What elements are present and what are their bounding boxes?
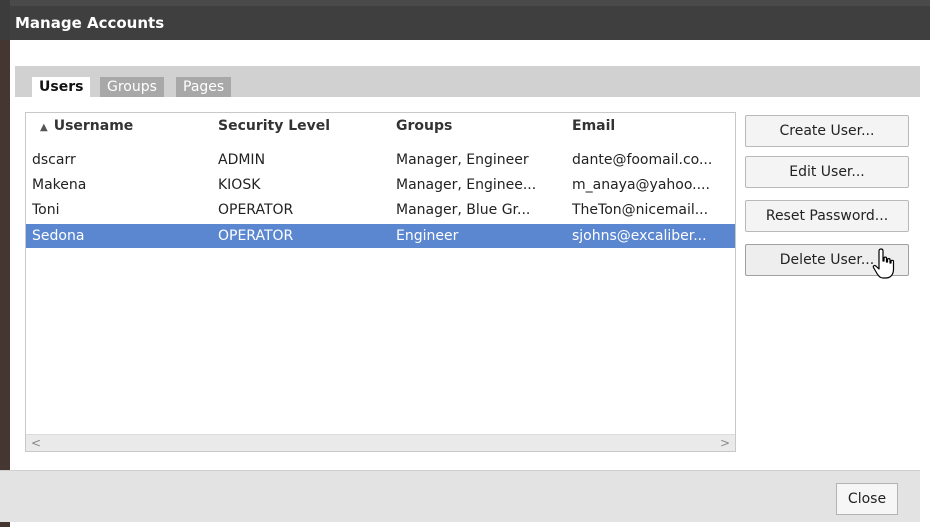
table-header: ▲ Username Security Level Groups Email [26,113,735,140]
tab-groups[interactable]: Groups [100,77,164,97]
dialog-title: Manage Accounts [10,6,930,40]
sort-up-icon: ▲ [40,122,48,133]
table-row[interactable]: Toni OPERATOR Manager, Blue Gr... TheTon… [26,198,735,222]
tab-users[interactable]: Users [32,77,91,97]
dialog-footer [0,470,920,522]
reset-password-button[interactable]: Reset Password... [745,200,909,232]
create-user-button[interactable]: Create User... [745,115,909,147]
cell-groups: Manager, Enginee... [396,177,537,193]
cell-email: TheTon@nicemail... [572,202,709,218]
cell-security-level: OPERATOR [218,202,294,218]
hand-pointer-icon [872,248,895,279]
tab-pages[interactable]: Pages [176,77,232,97]
column-header-email[interactable]: Email [572,113,615,140]
horizontal-scrollbar[interactable]: < > [26,434,735,451]
close-button[interactable]: Close [836,483,898,515]
cell-email: sjohns@excaliber... [572,228,707,244]
cell-security-level: KIOSK [218,177,261,193]
cell-security-level: OPERATOR [218,228,294,244]
users-table: ▲ Username Security Level Groups Email ds… [25,112,736,452]
column-header-security-level[interactable]: Security Level [218,113,330,140]
cell-username: Makena [32,177,87,193]
scroll-right-icon[interactable]: > [717,435,733,451]
cell-username: Toni [32,202,60,218]
cell-groups: Manager, Blue Gr... [396,202,531,218]
scroll-left-icon[interactable]: < [28,435,44,451]
table-row[interactable]: dscarr ADMIN Manager, Engineer dante@foo… [26,148,735,172]
cell-groups: Engineer [396,228,459,244]
cell-email: dante@foomail.co... [572,152,713,168]
cell-username: Sedona [32,228,85,244]
cell-username: dscarr [32,152,76,168]
table-row[interactable]: Makena KIOSK Manager, Enginee... m_anaya… [26,173,735,197]
column-header-groups[interactable]: Groups [396,113,452,140]
edit-user-button[interactable]: Edit User... [745,156,909,188]
cell-email: m_anaya@yahoo.... [572,177,710,193]
column-header-username[interactable]: ▲ Username [40,113,133,140]
cell-security-level: ADMIN [218,152,266,168]
cell-groups: Manager, Engineer [396,152,529,168]
background-window-edge [0,0,10,527]
table-row-selected[interactable]: Sedona OPERATOR Engineer sjohns@excalibe… [26,224,735,248]
